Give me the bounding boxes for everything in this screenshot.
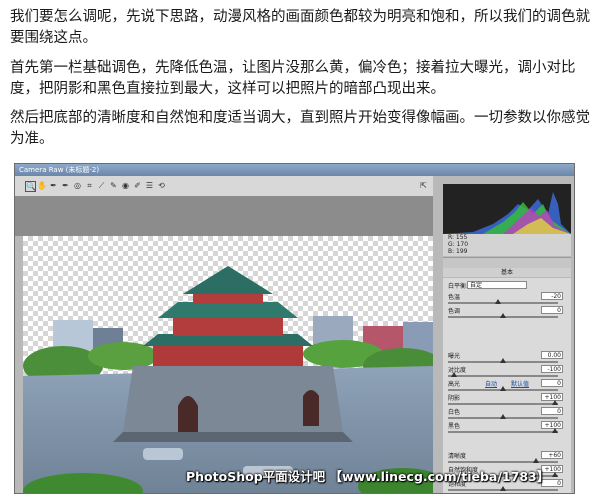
slider-label: 清晰度 — [448, 453, 467, 460]
slider-thumb[interactable] — [450, 372, 457, 377]
crop-tool-icon[interactable]: ⌗ — [85, 181, 94, 190]
slider-row: 对比度 -100 — [443, 365, 571, 379]
toolbar: 🔍 ✋ ✒ ✒ ◎ ⌗ ⟋ ✎ ◉ ✐ ☰ ⟲ ⇱ — [15, 176, 433, 197]
rotate-icon[interactable]: ⟲ — [157, 181, 166, 190]
slider-row: 清晰度 +60 — [443, 451, 571, 465]
slider-thumb[interactable] — [551, 400, 558, 405]
slider-thumb[interactable] — [500, 414, 506, 419]
slider-value-field[interactable]: -100 — [541, 365, 563, 373]
straighten-tool-icon[interactable]: ⟋ — [97, 181, 106, 190]
slider-row: 色调 0 — [443, 306, 571, 320]
camera-raw-window: Camera Raw (未标题-2) 🔍 ✋ ✒ ✒ ◎ ⌗ ⟋ ✎ ◉ ✐ ☰… — [14, 163, 575, 494]
slider-row: 黑色 +100 — [443, 421, 571, 435]
slider-thumb[interactable] — [500, 486, 506, 491]
preview-gray-band — [15, 196, 433, 236]
slider-value-field[interactable]: 0 — [541, 306, 563, 314]
target-adjust-icon[interactable]: ◎ — [73, 181, 82, 190]
panel-title: 基本 — [443, 268, 571, 277]
slider-thumb[interactable] — [494, 299, 501, 304]
drum-tower-photo — [23, 266, 433, 493]
slider-row: 高光 0 — [443, 379, 571, 393]
slider-track[interactable] — [448, 358, 558, 363]
brush-tool-icon[interactable]: ✐ — [133, 181, 142, 190]
slider-track[interactable] — [448, 458, 558, 463]
slider-track[interactable] — [448, 372, 558, 377]
r-value: R: 155 — [448, 234, 468, 241]
slider-thumb[interactable] — [533, 458, 539, 463]
hand-tool-icon[interactable]: ✋ — [37, 181, 47, 190]
slider-label: 色调 — [448, 308, 461, 315]
slider-thumb[interactable] — [500, 386, 506, 391]
slider-label: 高光 — [448, 381, 461, 388]
slider-value-field[interactable]: 0.00 — [541, 351, 563, 359]
slider-track[interactable] — [448, 400, 558, 405]
slider-label: 黑色 — [448, 423, 461, 430]
basic-panel: 白平衡: 自定 自动 默认值 色温 -20 色调 0 曝光 0.00 对比度 -100 高光 0 阴… — [443, 278, 571, 493]
slider-label: 白色 — [448, 409, 461, 416]
b-value: B: 199 — [448, 248, 468, 255]
fullscreen-icon[interactable]: ⇱ — [419, 181, 428, 190]
slider-value-field[interactable]: 0 — [541, 407, 563, 415]
slider-track[interactable] — [448, 414, 558, 419]
slider-track[interactable] — [448, 486, 558, 491]
slider-thumb[interactable] — [500, 313, 506, 318]
slider-label: 曝光 — [448, 353, 461, 360]
histogram — [443, 184, 571, 234]
paragraph-1: 我们要怎么调呢，先说下思路，动漫风格的画面颜色都较为明亮和饱和，所以我们的调色就… — [10, 9, 590, 46]
red-eye-icon[interactable]: ◉ — [121, 181, 130, 190]
slider-track[interactable] — [448, 386, 558, 391]
slider-row: 白色 0 — [443, 407, 571, 421]
slider-thumb[interactable] — [500, 358, 506, 363]
slider-thumb[interactable] — [551, 428, 558, 433]
slider-thumb[interactable] — [551, 472, 558, 477]
slider-value-field[interactable]: -20 — [541, 292, 563, 300]
slider-track[interactable] — [448, 428, 558, 433]
window-title: Camera Raw (未标题-2) — [15, 164, 574, 176]
slider-row: 阴影 +100 — [443, 393, 571, 407]
slider-label: 色温 — [448, 294, 461, 301]
slider-row: 曝光 0.00 — [443, 351, 571, 365]
preferences-icon[interactable]: ☰ — [145, 181, 154, 190]
zoom-tool-icon[interactable]: 🔍 — [25, 181, 36, 192]
slider-value-field[interactable]: +60 — [541, 451, 563, 459]
white-balance-select[interactable]: 自定 — [467, 281, 527, 289]
rgb-readout: R: 155 G: 170 B: 199 — [443, 234, 571, 256]
slider-value-field[interactable]: 0 — [541, 379, 563, 387]
slider-label: 阴影 — [448, 395, 461, 402]
white-balance-label: 白平衡: — [448, 283, 469, 290]
g-value: G: 170 — [448, 241, 469, 248]
color-sampler-icon[interactable]: ✒ — [61, 181, 70, 190]
slider-row: 色温 -20 — [443, 292, 571, 306]
histogram-graph — [443, 192, 571, 234]
watermark: PhotoShop平面设计吧 【www.linecg.com/tieba/178… — [186, 469, 550, 484]
slider-track[interactable] — [448, 313, 558, 318]
spot-removal-icon[interactable]: ✎ — [109, 181, 118, 190]
paragraph-3: 然后把底部的清晰度和自然饱和度适当调大，直到照片开始变得像幅画。一切参数以你感觉… — [10, 110, 590, 147]
image-preview[interactable] — [23, 236, 433, 493]
slider-track[interactable] — [448, 299, 558, 304]
paragraph-2: 首先第一栏基础调色，先降低色温，让图片没那么黄，偏冷色；接着拉大曝光，调小对比度… — [10, 60, 576, 97]
white-balance-tool-icon[interactable]: ✒ — [49, 181, 58, 190]
